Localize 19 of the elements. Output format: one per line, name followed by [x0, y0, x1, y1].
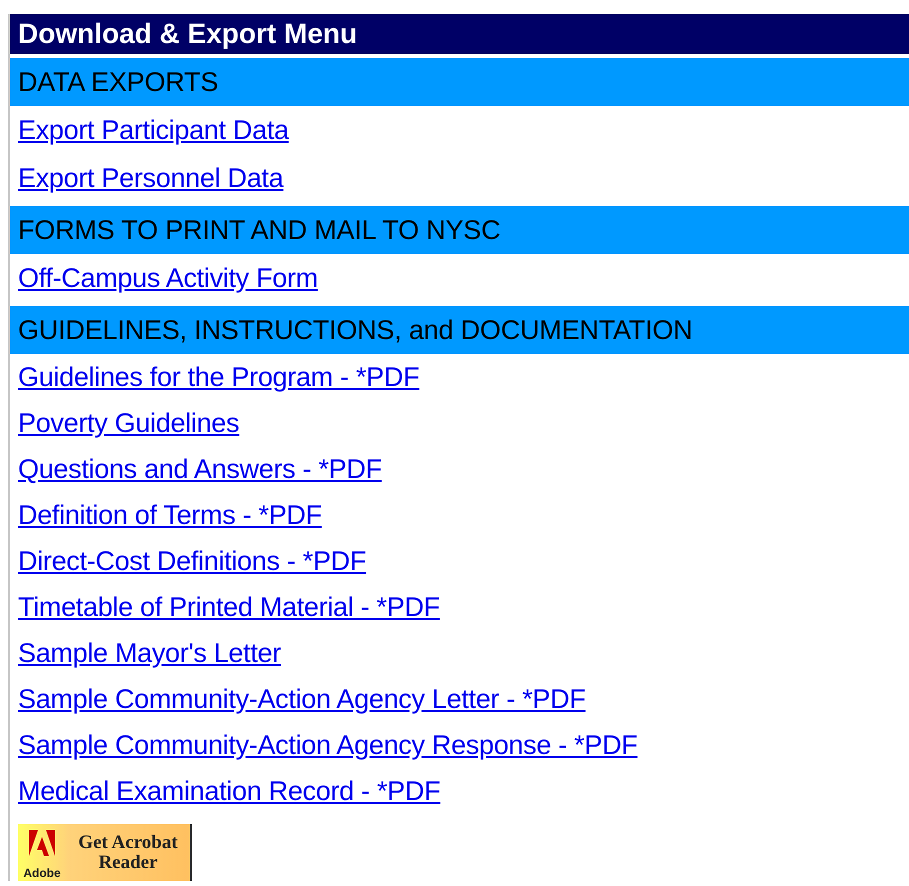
- menu-link[interactable]: Export Participant Data: [18, 110, 289, 150]
- menu-link[interactable]: Poverty Guidelines: [18, 402, 240, 444]
- logo-icon: [27, 828, 57, 858]
- section-heading: GUIDELINES, INSTRUCTIONS, and DOCUMENTATION: [10, 306, 909, 354]
- menu-link[interactable]: Direct-Cost Definitions - *PDF: [18, 540, 366, 582]
- menu-link[interactable]: Medical Examination Record - *PDF: [18, 770, 440, 812]
- menu-link[interactable]: Sample Mayor's Letter: [18, 632, 281, 674]
- menu-link[interactable]: Sample Community-Action Agency Response - *PDF: [18, 724, 638, 766]
- menu-title: Download & Export Menu: [10, 14, 909, 54]
- menu-link[interactable]: Questions and Answers - *PDF: [18, 448, 382, 490]
- menu-link[interactable]: Export Personnel Data: [18, 158, 284, 198]
- section-heading: DATA EXPORTS: [10, 58, 909, 106]
- menu-link[interactable]: Definition of Terms - *PDF: [18, 494, 322, 536]
- menu-link[interactable]: Guidelines for the Program - *PDF: [18, 356, 420, 398]
- menu-link[interactable]: Sample Community-Action Agency Letter - *PDF: [18, 678, 586, 720]
- section-heading: FORMS TO PRINT AND MAIL TO NYSC: [10, 206, 909, 254]
- menu-link[interactable]: Timetable of Printed Material - *PDF: [18, 586, 440, 628]
- acrobat-reader-badge[interactable]: Adobe Get Acrobat Reader: [18, 824, 192, 881]
- menu-link[interactable]: Off-Campus Activity Form: [18, 258, 318, 298]
